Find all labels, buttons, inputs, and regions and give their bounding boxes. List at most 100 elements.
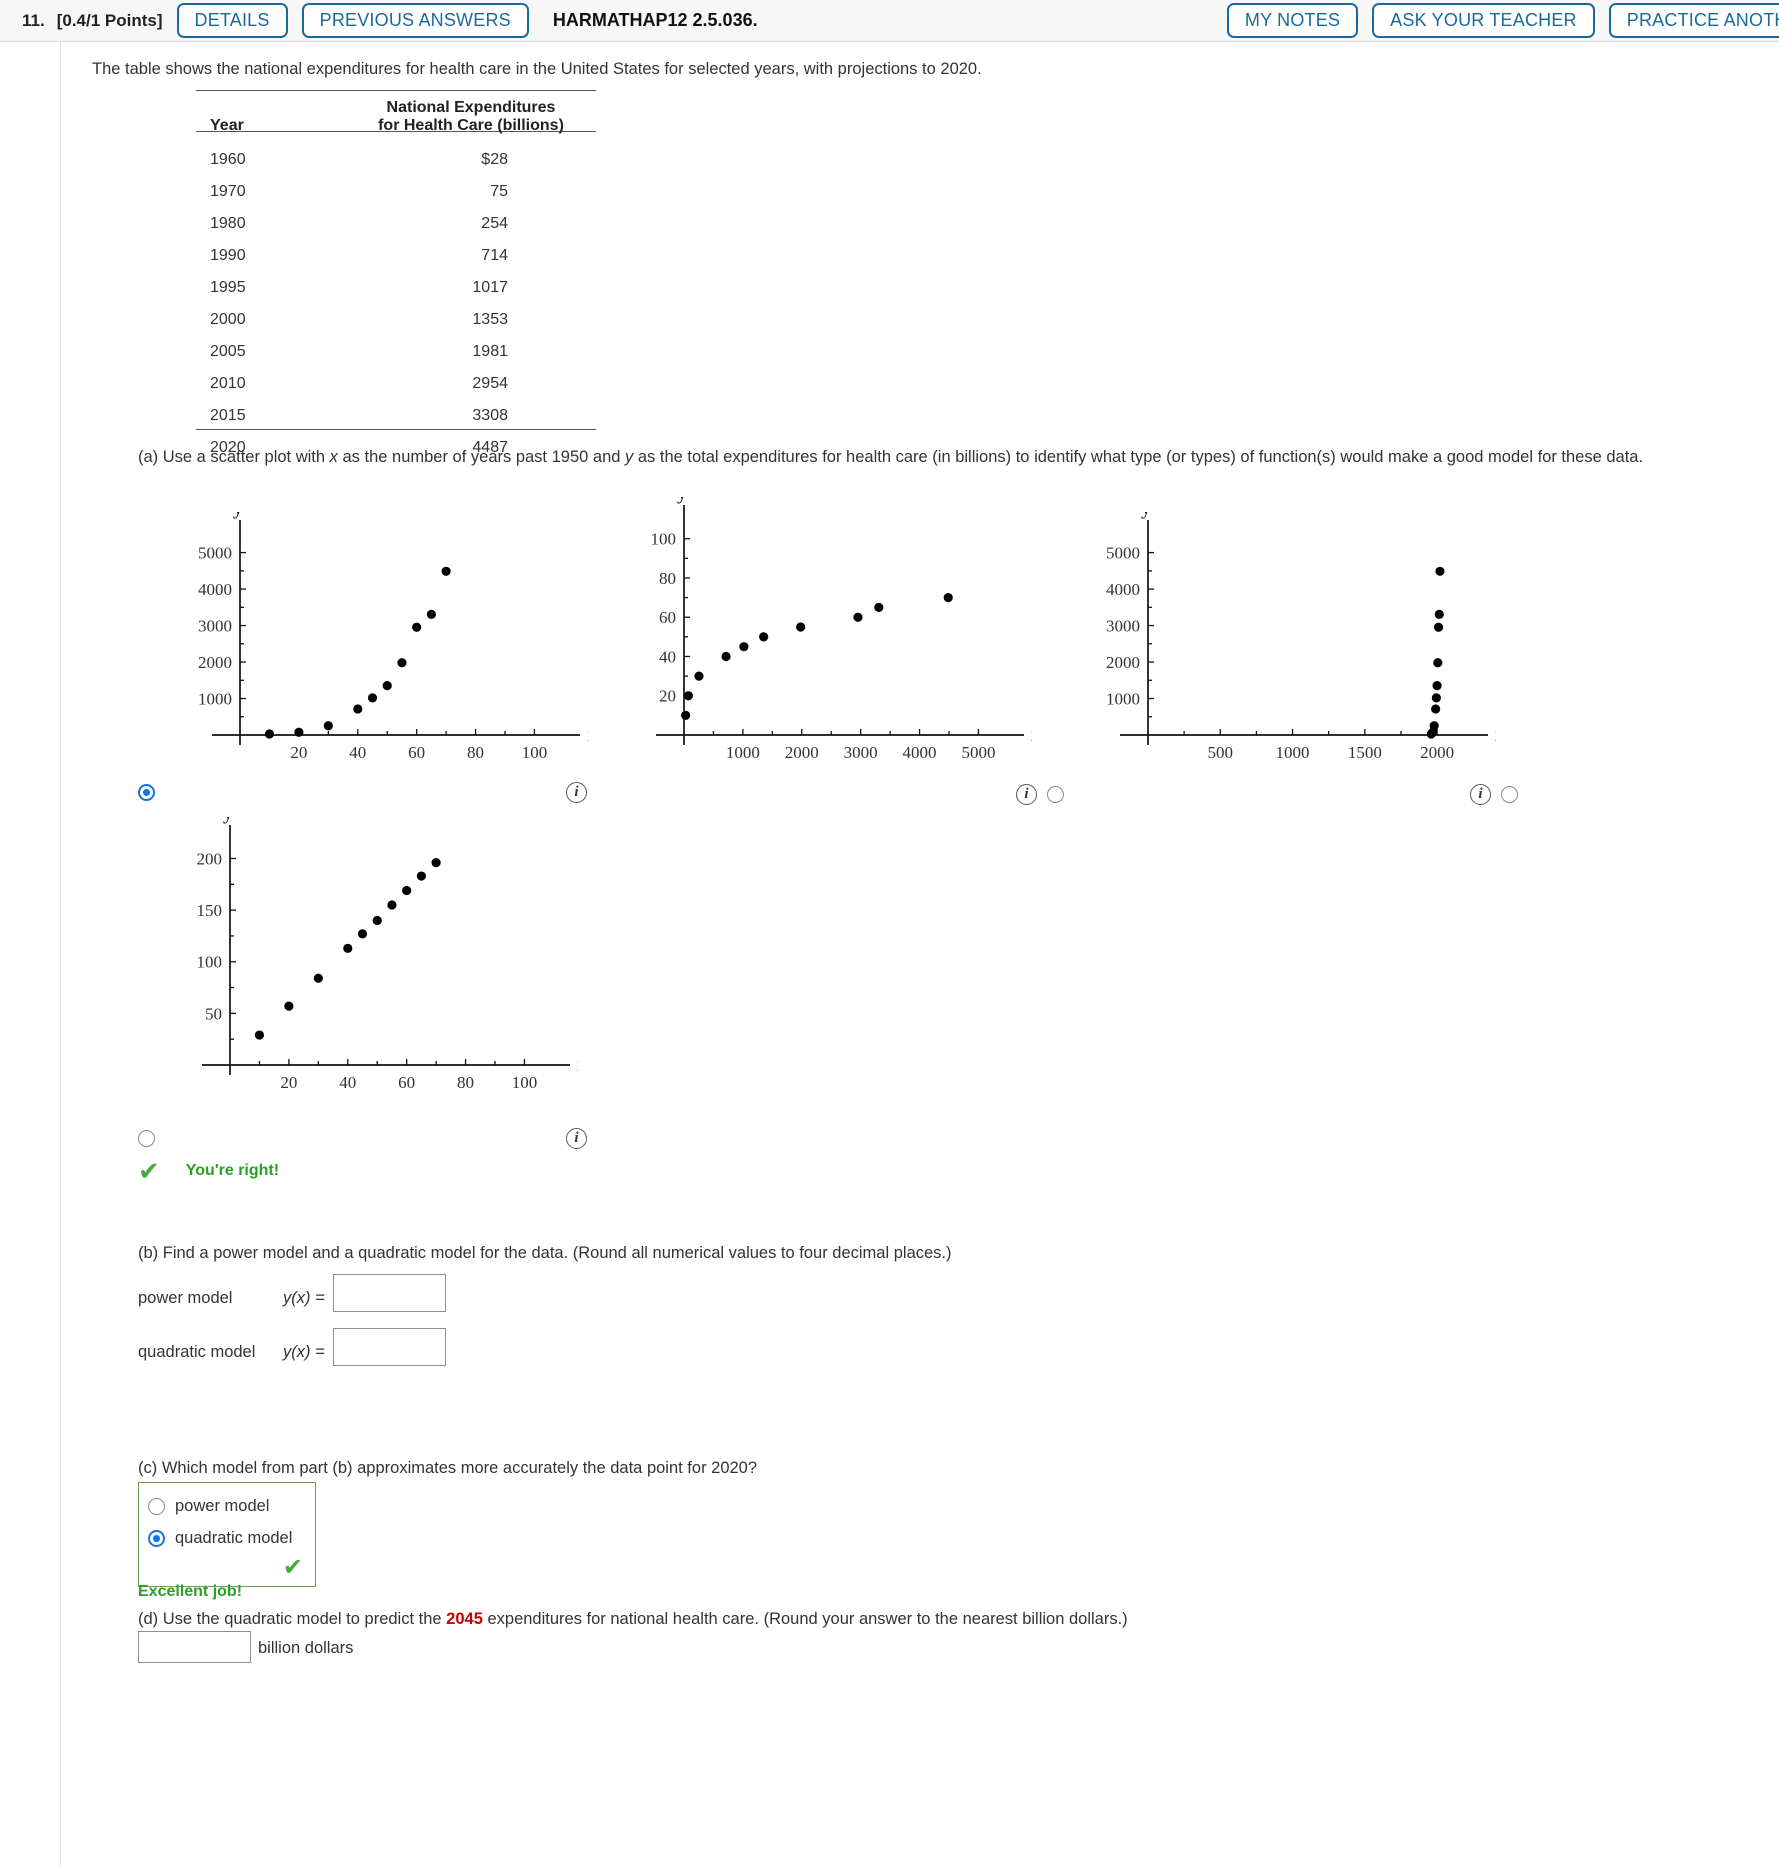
expenditures-table: Year National Expenditures for Health Ca… [196,92,596,464]
data-point [1433,622,1444,632]
cell-year: 1980 [210,215,246,232]
y-tick-label: 5000 [198,544,232,563]
option-quadratic-model-label: quadratic model [175,1529,293,1547]
ask-your-teacher-button[interactable]: ASK YOUR TEACHER [1372,3,1595,38]
table-row: 1980 254 [196,208,596,240]
x-tick-label: 2000 [785,743,819,762]
question-content: The table shows the national expenditure… [0,42,1779,1866]
cell-year: 1995 [210,279,246,296]
scatter-plot-graphic: 20 40 60 80 100 50 100 150 200 x y [197,817,579,1092]
previous-answers-button[interactable]: PREVIOUS ANSWERS [301,3,529,38]
radio-plot-1[interactable] [138,784,155,801]
y-axis-label: y [223,817,233,824]
scatter-plot-3[interactable]: 500 1000 1500 2000 1000 2000 3000 4000 5000 x y [1076,512,1496,777]
scatter-plot-1[interactable]: 20 40 60 80 100 1000 2000 3000 4000 5000 x y [168,512,588,777]
data-point [441,566,451,576]
quadratic-model-input[interactable] [333,1328,446,1366]
question-header-bar: 11. [0.4/1 Points] DETAILS PREVIOUS ANSW… [0,0,1779,42]
x-axis-label: x [1495,724,1496,746]
y-tick-label: 4000 [198,580,232,599]
my-notes-button[interactable]: MY NOTES [1226,3,1359,38]
plot-choice-2[interactable]: i [1016,784,1064,805]
y-tick-label: 2000 [1106,653,1140,672]
info-icon[interactable]: i [1470,784,1491,805]
cell-expenditure: 1353 [472,311,508,328]
part-d-answer-input[interactable] [138,1631,251,1663]
scatter-plot-graphic: 1000 2000 3000 4000 5000 20 40 60 80 100 x y [651,497,1033,762]
cell-expenditure: 254 [481,215,508,232]
plot-choice-3[interactable]: i [1470,784,1518,805]
data-point [284,1001,294,1011]
y-tick-label: 80 [659,569,676,588]
plot-choice-4[interactable] [138,1130,165,1147]
x-tick-label: 1000 [1276,743,1310,762]
cell-year: 1970 [210,183,246,200]
x-tick-label: 1000 [726,743,760,762]
x-axis-label: x [1031,724,1032,746]
data-point [397,658,407,668]
radio-plot-2[interactable] [1047,786,1064,803]
radio-power-model[interactable] [148,1498,165,1515]
option-power-model[interactable]: power model [148,1497,269,1516]
details-button[interactable]: DETAILS [176,3,288,38]
data-point [402,885,412,896]
x-axis-label: x [577,1054,578,1076]
cell-expenditure: 714 [481,247,508,264]
info-icon[interactable]: i [1016,784,1037,805]
data-point [943,592,953,603]
cell-expenditure: 1981 [472,343,508,360]
option-quadratic-model[interactable]: quadratic model [148,1529,292,1548]
table-header-row: Year National Expenditures for Health Ca… [196,92,596,144]
y-tick-label: 1000 [198,690,232,709]
part-a-text-2: as the number of years past 1950 and [337,448,626,466]
quadratic-model-equation-label: y(x) = [283,1343,325,1361]
option-power-model-label: power model [175,1497,270,1515]
x-tick-label: 40 [339,1073,356,1092]
y-axis-label: y [677,497,687,504]
data-point [1429,721,1439,731]
part-c-feedback-text: Excellent job! [138,1583,243,1600]
part-d-question: (d) Use the quadratic model to predict t… [138,1610,1128,1629]
data-point [1434,609,1444,619]
practice-another-button[interactable]: PRACTICE ANOTHER [1608,3,1779,38]
data-point [313,973,323,983]
data-point [387,900,397,910]
data-point [1435,566,1445,576]
data-point [1432,681,1442,691]
y-tick-label: 50 [205,1004,222,1023]
x-tick-label: 60 [398,1073,415,1092]
y-tick-label: 200 [197,849,223,868]
power-model-input[interactable] [333,1274,446,1312]
cell-year: 1960 [210,151,246,168]
data-point [874,602,884,613]
y-tick-label: 20 [659,687,676,706]
table-row: 2005 1981 [196,336,596,368]
plot-info-1[interactable]: i [566,782,587,803]
x-tick-label: 2000 [1420,743,1454,762]
x-tick-label: 5000 [961,743,995,762]
y-tick-label: 5000 [1106,544,1140,563]
radio-plot-3[interactable] [1501,786,1518,803]
scatter-plot-2[interactable]: 1000 2000 3000 4000 5000 20 40 60 80 100 x y [612,497,1033,777]
scatter-plot-4[interactable]: 20 40 60 80 100 50 100 150 200 x y [158,817,579,1107]
part-d-unit-label: billion dollars [258,1639,354,1657]
x-tick-label: 1500 [1348,743,1382,762]
info-icon[interactable]: i [566,782,587,803]
data-point [1431,693,1441,703]
part-a-feedback: ✔ You're right! [138,1158,279,1184]
y-tick-label: 2000 [198,653,232,672]
x-tick-label: 80 [457,1073,474,1092]
check-icon: ✔ [138,1156,160,1186]
data-point [416,871,426,881]
plot-info-4[interactable]: i [566,1128,587,1149]
table-row: 2000 1353 [196,304,596,336]
data-point [372,915,382,926]
plot-choice-1[interactable] [138,784,165,801]
x-tick-label: 3000 [844,743,878,762]
radio-quadratic-model[interactable] [148,1530,165,1547]
content-left-divider [60,42,61,1866]
data-point [343,943,353,953]
data-point [323,721,333,731]
radio-plot-4[interactable] [138,1130,155,1147]
info-icon[interactable]: i [566,1128,587,1149]
